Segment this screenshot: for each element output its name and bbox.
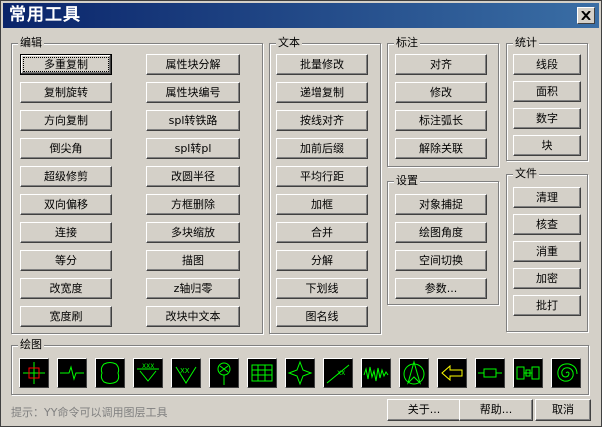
add-prefix-suffix-button[interactable]: 加前后缀	[276, 138, 368, 159]
copy-rotate-button[interactable]: 复制旋转	[20, 82, 112, 103]
parameters-button[interactable]: 参数...	[395, 278, 487, 299]
draw-tool-9[interactable]: XX	[323, 358, 353, 388]
average-spacing-button[interactable]: 平均行距	[276, 166, 368, 187]
draw-tool-3[interactable]	[95, 358, 125, 388]
text-group-label: 文本	[276, 36, 302, 50]
underline-button[interactable]: 下划线	[276, 278, 368, 299]
draw-tool-5[interactable]: XX	[171, 358, 201, 388]
super-trim-button[interactable]: 超级修剪	[20, 166, 112, 187]
join-button[interactable]: 连接	[20, 222, 112, 243]
about-button[interactable]: 关于...	[387, 399, 461, 421]
explode-text-button[interactable]: 分解	[276, 250, 368, 271]
edit-group-label: 编辑	[18, 36, 44, 50]
cancel-button[interactable]: 取消	[535, 399, 591, 421]
draw-tool-8[interactable]	[285, 358, 315, 388]
close-icon	[581, 11, 591, 20]
stats-group-label: 统计	[513, 36, 539, 50]
draw-tool-15[interactable]	[551, 358, 581, 388]
resistor-icon	[478, 368, 502, 378]
draw-tool-6[interactable]	[209, 358, 239, 388]
north-arrow-icon	[403, 360, 425, 385]
crosshair-icon	[23, 362, 45, 384]
increment-copy-button[interactable]: 递增复制	[276, 82, 368, 103]
draw-tool-10[interactable]	[361, 358, 391, 388]
space-switch-button[interactable]: 空间切换	[395, 250, 487, 271]
change-radius-button[interactable]: 改圆半径	[146, 166, 240, 187]
grid-table-icon	[251, 364, 273, 382]
draw-tool-2[interactable]	[57, 358, 87, 388]
close-button[interactable]	[577, 7, 595, 24]
purge-button[interactable]: 清理	[513, 187, 581, 208]
draw-tool-1[interactable]	[19, 358, 49, 388]
draw-tool-11[interactable]	[399, 358, 429, 388]
audit-button[interactable]: 核查	[513, 214, 581, 235]
dedupe-button[interactable]: 消重	[513, 241, 581, 262]
align-to-line-button[interactable]: 按线对齐	[276, 110, 368, 131]
section-arrow-icon: XXX	[137, 363, 159, 382]
center-mark-icon	[217, 362, 231, 385]
svg-text:XX: XX	[337, 370, 345, 377]
object-snap-button[interactable]: 对象捕捉	[395, 194, 487, 215]
dim-group-label: 标注	[394, 36, 420, 50]
title-line-button[interactable]: 图名线	[276, 306, 368, 327]
draw-tool-7[interactable]	[247, 358, 277, 388]
spl-to-rail-button[interactable]: spl转铁路	[146, 110, 240, 131]
change-width-button[interactable]: 改宽度	[20, 278, 112, 299]
divide-button[interactable]: 等分	[20, 250, 112, 271]
z-axis-zero-button[interactable]: z轴归零	[146, 278, 240, 299]
break-line-icon	[60, 365, 84, 381]
direction-copy-button[interactable]: 方向复制	[20, 110, 112, 131]
draw-group-label: 绘图	[18, 338, 44, 352]
settings-group-label: 设置	[394, 174, 420, 188]
number-button[interactable]: 数字	[513, 108, 581, 129]
cloud-outline-icon	[100, 362, 120, 384]
left-arrow-icon	[441, 364, 463, 382]
multi-copy-button[interactable]: 多重复制	[20, 54, 112, 75]
explode-attr-block-button[interactable]: 属性块分解	[146, 54, 240, 75]
title-bar[interactable]: 常用工具	[3, 3, 599, 28]
number-attr-block-button[interactable]: 属性块编号	[146, 82, 240, 103]
block-chain-icon	[516, 366, 540, 380]
svg-text:XXX: XXX	[142, 363, 154, 370]
dim-modify-button[interactable]: 修改	[395, 82, 487, 103]
block-count-button[interactable]: 块	[513, 135, 581, 156]
svg-text:XX: XX	[180, 367, 190, 375]
width-brush-button[interactable]: 宽度刷	[20, 306, 112, 327]
batch-print-button[interactable]: 批打	[513, 295, 581, 316]
area-button[interactable]: 面积	[513, 81, 581, 102]
merge-button[interactable]: 合并	[276, 222, 368, 243]
weld-symbol-icon: XX	[175, 366, 197, 384]
window-title: 常用工具	[9, 5, 81, 25]
trace-button[interactable]: 描图	[146, 250, 240, 271]
star-shape-icon	[287, 360, 313, 386]
dim-align-button[interactable]: 对齐	[395, 54, 487, 75]
draw-tool-4[interactable]: XXX	[133, 358, 163, 388]
help-button[interactable]: 帮助...	[459, 399, 533, 421]
multi-block-scale-button[interactable]: 多块缩放	[146, 222, 240, 243]
chamfer-button[interactable]: 倒尖角	[20, 138, 112, 159]
draw-angle-button[interactable]: 绘图角度	[395, 222, 487, 243]
box-delete-button[interactable]: 方框删除	[146, 194, 240, 215]
draw-tool-13[interactable]	[475, 358, 505, 388]
add-frame-button[interactable]: 加框	[276, 194, 368, 215]
batch-edit-button[interactable]: 批量修改	[276, 54, 368, 75]
tools-dialog: 常用工具 编辑 文本 标注 设置 统计 文件 绘图 多重复制 复制旋转 方向复制…	[0, 0, 602, 427]
spl-to-pl-button[interactable]: spl转pl	[146, 138, 240, 159]
edit-block-text-button[interactable]: 改块中文本	[146, 306, 240, 327]
wave-line-icon	[363, 366, 389, 382]
dim-arc-length-button[interactable]: 标注弧长	[395, 110, 487, 131]
draw-tool-14[interactable]	[513, 358, 543, 388]
slope-line-icon: XX	[326, 364, 350, 384]
draw-tool-12[interactable]	[437, 358, 467, 388]
dim-disassociate-button[interactable]: 解除关联	[395, 138, 487, 159]
hint-text: 提示：YY命令可以调用图层工具	[11, 406, 168, 419]
encrypt-button[interactable]: 加密	[513, 268, 581, 289]
line-count-button[interactable]: 线段	[513, 54, 581, 75]
spiral-icon	[557, 363, 578, 382]
double-offset-button[interactable]: 双向偏移	[20, 194, 112, 215]
file-group-label: 文件	[513, 167, 539, 181]
